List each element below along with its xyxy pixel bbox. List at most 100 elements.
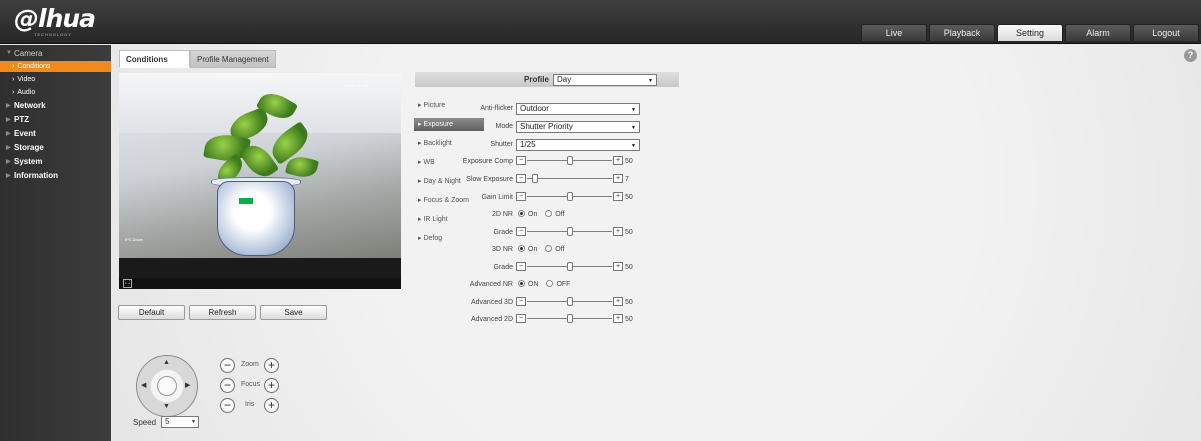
- minus-icon[interactable]: −: [516, 262, 526, 271]
- arrow-right-icon[interactable]: ▶: [185, 381, 190, 389]
- plus-icon[interactable]: +: [613, 192, 623, 201]
- sidebar-item-system[interactable]: ▶ System: [0, 156, 111, 168]
- logo-tagline: TECHNOLOGY: [34, 32, 73, 37]
- tab-alarm[interactable]: Alarm: [1065, 24, 1131, 41]
- zoom-out-button[interactable]: −: [220, 358, 235, 373]
- advanced-2d-slider[interactable]: − +: [516, 314, 623, 324]
- chevron-right-icon: ›: [12, 89, 15, 96]
- refresh-button[interactable]: Refresh: [189, 305, 256, 320]
- osd-channel-title: IPC Zoom: [125, 237, 144, 242]
- chevron-down-icon: ▼: [6, 50, 12, 56]
- advanced-3d-slider[interactable]: − +: [516, 297, 623, 307]
- slider-thumb[interactable]: [566, 156, 573, 165]
- triangle-right-icon: ▶: [6, 131, 11, 137]
- dahua-logo: @lhua: [14, 4, 96, 33]
- plus-icon[interactable]: +: [613, 262, 623, 271]
- sidebar-subitem-label: Video: [17, 76, 36, 83]
- slider-thumb[interactable]: [566, 227, 573, 236]
- anti-flicker-select[interactable]: Outdoor: [516, 103, 640, 115]
- grade-2d-value: 50: [625, 229, 633, 236]
- tab-setting[interactable]: Setting: [997, 24, 1063, 41]
- plus-icon[interactable]: +: [613, 314, 623, 323]
- sidebar-item-ptz[interactable]: ▶ PTZ: [0, 114, 111, 126]
- speed-select[interactable]: 5: [161, 416, 199, 428]
- sidebar-item-storage[interactable]: ▶ Storage: [0, 142, 111, 154]
- sidebar-item-label: Event: [14, 129, 36, 138]
- plus-icon[interactable]: +: [613, 297, 623, 306]
- sidebar-item-network[interactable]: ▶ Network: [0, 100, 111, 112]
- default-button[interactable]: Default: [118, 305, 185, 320]
- focus-near-button[interactable]: −: [220, 378, 235, 393]
- triangle-right-icon: ▶: [6, 159, 11, 165]
- sidebar-item-label: Network: [14, 101, 46, 110]
- focus-far-button[interactable]: +: [264, 378, 279, 393]
- arrow-up-icon[interactable]: ▲: [163, 359, 170, 366]
- grade-2d-slider[interactable]: − +: [516, 227, 623, 237]
- minus-icon[interactable]: −: [516, 192, 526, 201]
- nr2d-off-radio[interactable]: [545, 210, 553, 217]
- flower-pot: [217, 181, 295, 256]
- iris-label: Iris: [245, 401, 255, 408]
- slider-thumb[interactable]: [566, 192, 573, 201]
- nr3d-on-radio[interactable]: [518, 245, 525, 252]
- plus-icon[interactable]: +: [613, 156, 623, 165]
- shutter-select[interactable]: 1/25: [516, 139, 640, 151]
- speed-label: Speed: [133, 418, 157, 427]
- iris-open-button[interactable]: +: [264, 398, 279, 413]
- advanced-nr-off-radio[interactable]: [546, 280, 554, 287]
- sidebar-subitem-audio[interactable]: › Audio: [0, 87, 111, 98]
- grade-3d-slider[interactable]: − +: [516, 262, 623, 272]
- sidebar-subitem-conditions[interactable]: › Conditions: [0, 61, 111, 72]
- slow-exposure-value: 7: [625, 176, 629, 183]
- anti-flicker-label: Anti-flicker: [480, 105, 513, 112]
- help-icon[interactable]: ?: [1184, 49, 1197, 62]
- minus-icon[interactable]: −: [516, 156, 526, 165]
- save-button[interactable]: Save: [260, 305, 327, 320]
- zoom-in-button[interactable]: +: [264, 358, 279, 373]
- plus-icon[interactable]: +: [613, 227, 623, 236]
- minus-icon[interactable]: −: [516, 227, 526, 236]
- sidebar-item-information[interactable]: ▶ Information: [0, 170, 111, 182]
- main-content: Conditions Profile Management ? 2014-12-…: [111, 45, 1201, 441]
- nr3d-off-radio[interactable]: [545, 245, 553, 252]
- minus-icon[interactable]: −: [516, 314, 526, 323]
- minus-icon[interactable]: −: [516, 174, 526, 183]
- sidebar-item-camera[interactable]: ▼ Camera: [0, 48, 111, 59]
- triangle-right-icon: ▶: [6, 103, 11, 109]
- grade-2d-label: Grade: [493, 229, 513, 236]
- tab-playback[interactable]: Playback: [929, 24, 995, 41]
- tab-conditions[interactable]: Conditions: [119, 50, 190, 68]
- nr2d-radio-group: On Off: [518, 210, 571, 218]
- arrow-left-icon[interactable]: ◀: [141, 381, 146, 389]
- profile-bar: Profile Day: [415, 72, 679, 87]
- gain-limit-slider[interactable]: − +: [516, 192, 623, 202]
- mode-select[interactable]: Shutter Priority: [516, 121, 640, 133]
- arrow-down-icon[interactable]: ▼: [163, 403, 170, 410]
- ptz-center-button[interactable]: [157, 376, 177, 396]
- slider-thumb[interactable]: [566, 314, 573, 323]
- sidebar-item-label: PTZ: [14, 115, 30, 124]
- slider-thumb[interactable]: [531, 174, 538, 183]
- sidebar-item-event[interactable]: ▶ Event: [0, 128, 111, 140]
- iris-close-button[interactable]: −: [220, 398, 235, 413]
- plus-icon[interactable]: +: [613, 174, 623, 183]
- slider-thumb[interactable]: [566, 262, 573, 271]
- profile-select[interactable]: Day: [553, 74, 657, 86]
- sidebar-subitem-video[interactable]: › Video: [0, 74, 111, 85]
- content-tabs: Conditions Profile Management: [119, 50, 276, 68]
- tab-profile-management[interactable]: Profile Management: [190, 50, 276, 68]
- advanced-nr-on-radio[interactable]: [518, 280, 525, 287]
- exposure-comp-slider[interactable]: − +: [516, 156, 623, 166]
- tab-live[interactable]: Live: [861, 24, 927, 41]
- nr3d-label: 3D NR: [491, 246, 513, 253]
- nr2d-on-radio[interactable]: [518, 210, 525, 217]
- slider-thumb[interactable]: [566, 297, 573, 306]
- triangle-right-icon: ▶: [6, 117, 11, 123]
- tab-logout[interactable]: Logout: [1133, 24, 1199, 41]
- camera-image: [119, 73, 401, 258]
- chevron-right-icon: ›: [12, 63, 15, 70]
- slow-exposure-slider[interactable]: − +: [516, 174, 623, 184]
- profile-label: Profile: [524, 75, 549, 84]
- fullscreen-icon[interactable]: ⛶: [123, 279, 132, 288]
- minus-icon[interactable]: −: [516, 297, 526, 306]
